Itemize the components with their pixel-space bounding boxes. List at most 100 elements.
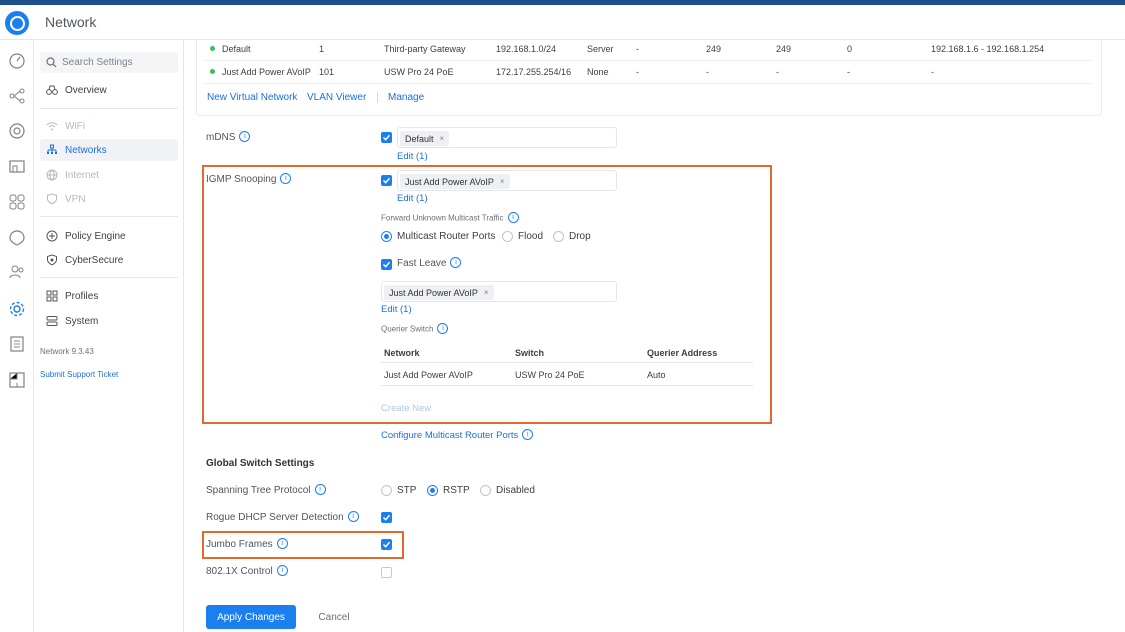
- dashboard-icon[interactable]: [7, 51, 27, 71]
- table-cell: Auto: [647, 370, 666, 380]
- create-new-button[interactable]: Create New: [381, 403, 431, 414]
- radio-label: Multicast Router Ports: [397, 231, 496, 242]
- search-icon: [46, 57, 57, 68]
- new-virtual-network-link[interactable]: New Virtual Network: [207, 92, 297, 103]
- sidebar-item-wifi[interactable]: WiFi: [40, 115, 178, 137]
- network-chip[interactable]: Just Add Power AVoIP ×: [400, 174, 510, 189]
- network-name-cell[interactable]: Just Add Power AVoIP: [210, 67, 311, 77]
- system-icon: [46, 316, 58, 326]
- row-divider: [381, 385, 753, 386]
- support-ticket-link[interactable]: Submit Support Ticket: [40, 370, 118, 379]
- igmp-network-select[interactable]: Just Add Power AVoIP ×: [397, 170, 617, 191]
- app-title: Network: [45, 14, 97, 30]
- sidebar-item-cybersecure[interactable]: CyberSecure: [40, 249, 178, 271]
- info-icon[interactable]: i: [239, 131, 251, 142]
- info-icon[interactable]: i: [437, 323, 449, 334]
- logs-icon[interactable]: [7, 334, 27, 354]
- info-icon[interactable]: i: [280, 173, 292, 184]
- querier-switch-label: Querier Switch i: [381, 323, 449, 335]
- table-cell: -: [847, 67, 850, 77]
- info-icon[interactable]: i: [276, 538, 288, 549]
- radio-disabled[interactable]: [480, 485, 491, 496]
- remove-chip-icon[interactable]: ×: [500, 177, 505, 186]
- vlan-viewer-link[interactable]: VLAN Viewer: [307, 92, 366, 103]
- manage-link[interactable]: Manage: [388, 92, 424, 103]
- mdns-network-select[interactable]: Default ×: [397, 127, 617, 148]
- info-icon[interactable]: i: [314, 484, 326, 495]
- info-icon[interactable]: i: [507, 212, 519, 223]
- table-cell: -: [636, 44, 639, 54]
- dot1x-control-checkbox[interactable]: [381, 567, 392, 578]
- configure-multicast-router-ports-link[interactable]: Configure Multicast Router Ports i: [381, 429, 534, 441]
- rogue-dhcp-checkbox[interactable]: [381, 512, 392, 523]
- mdns-checkbox[interactable]: [381, 132, 392, 143]
- igmp-snooping-checkbox[interactable]: [381, 175, 392, 186]
- sidebar-item-internet[interactable]: Internet: [40, 164, 178, 186]
- column-header: Querier Address: [647, 348, 718, 358]
- apply-changes-button[interactable]: Apply Changes: [206, 605, 296, 629]
- sidebar-item-label: CyberSecure: [65, 254, 124, 266]
- info-icon[interactable]: i: [522, 429, 534, 440]
- radio-label: Flood: [518, 231, 544, 242]
- mdns-edit-link[interactable]: Edit (1): [397, 151, 428, 162]
- igmp-edit-link[interactable]: Edit (1): [397, 193, 428, 204]
- dhcp-range-cell: 192.168.1.6 - 192.168.1.254: [931, 44, 1045, 54]
- table-cell: -: [706, 67, 709, 77]
- status-dot: [210, 46, 215, 52]
- sidebar-item-system[interactable]: System: [40, 310, 178, 332]
- sidebar-item-label: WiFi: [65, 120, 85, 132]
- sidebar-item-label: Policy Engine: [65, 230, 126, 242]
- network-chip[interactable]: Just Add Power AVoIP ×: [384, 285, 494, 300]
- sidebar-item-vpn[interactable]: VPN: [40, 188, 178, 210]
- jumbo-frames-label: Jumbo Frames i: [206, 538, 288, 550]
- insights-icon[interactable]: [7, 228, 27, 248]
- network-chip[interactable]: Default ×: [400, 131, 450, 146]
- remove-chip-icon[interactable]: ×: [440, 134, 445, 143]
- search-input[interactable]: [62, 57, 172, 68]
- router-cell: USW Pro 24 PoE: [384, 67, 454, 77]
- fast-leave-checkbox[interactable]: [381, 259, 392, 270]
- jumbo-frames-checkbox[interactable]: [381, 539, 392, 550]
- search-box[interactable]: [40, 52, 178, 73]
- network-name-cell[interactable]: Default: [210, 44, 251, 54]
- users-icon[interactable]: [7, 262, 27, 282]
- column-header: Network: [384, 348, 420, 358]
- radio-multicast-router-ports[interactable]: [381, 231, 392, 242]
- link-divider: [377, 92, 378, 103]
- profiles-icon: [46, 290, 58, 302]
- remove-chip-icon[interactable]: ×: [484, 288, 489, 297]
- sidebar-item-label: VPN: [65, 193, 86, 205]
- version-label: Network 9.3.43: [40, 347, 94, 356]
- radio-label: Disabled: [496, 485, 535, 496]
- info-icon[interactable]: i: [276, 565, 288, 576]
- row-divider: [204, 60, 1092, 61]
- fast-leave-edit-link[interactable]: Edit (1): [381, 304, 412, 315]
- radio-drop[interactable]: [553, 231, 564, 242]
- globe-icon: [46, 169, 58, 181]
- divider: [40, 216, 178, 217]
- subnet-cell: 172.17.255.254/16: [496, 67, 572, 77]
- info-icon[interactable]: i: [347, 511, 359, 522]
- topology-icon[interactable]: [7, 86, 27, 106]
- radio-flood[interactable]: [502, 231, 513, 242]
- innerspace-icon[interactable]: [7, 370, 27, 390]
- sidebar-item-policy-engine[interactable]: Policy Engine: [40, 225, 178, 247]
- radio-rstp[interactable]: [427, 485, 438, 496]
- cancel-button[interactable]: Cancel: [308, 605, 360, 629]
- status-dot: [210, 69, 215, 75]
- fast-leave-network-select[interactable]: Just Add Power AVoIP ×: [381, 281, 617, 302]
- sidebar-item-overview[interactable]: Overview: [40, 79, 178, 101]
- statistics-icon[interactable]: [7, 192, 27, 212]
- clients-icon[interactable]: [7, 157, 27, 177]
- info-icon[interactable]: i: [450, 257, 462, 268]
- settings-icon[interactable]: [7, 299, 27, 319]
- router-cell: Third-party Gateway: [384, 44, 466, 54]
- devices-icon[interactable]: [7, 121, 27, 141]
- table-cell: 0: [847, 44, 853, 54]
- unifi-logo-icon[interactable]: [5, 11, 29, 35]
- mdns-label: mDNS i: [206, 131, 251, 143]
- sidebar-item-networks[interactable]: Networks: [40, 139, 178, 161]
- radio-stp[interactable]: [381, 485, 392, 496]
- table-cell: Just Add Power AVoIP: [384, 370, 473, 380]
- sidebar-item-profiles[interactable]: Profiles: [40, 285, 178, 307]
